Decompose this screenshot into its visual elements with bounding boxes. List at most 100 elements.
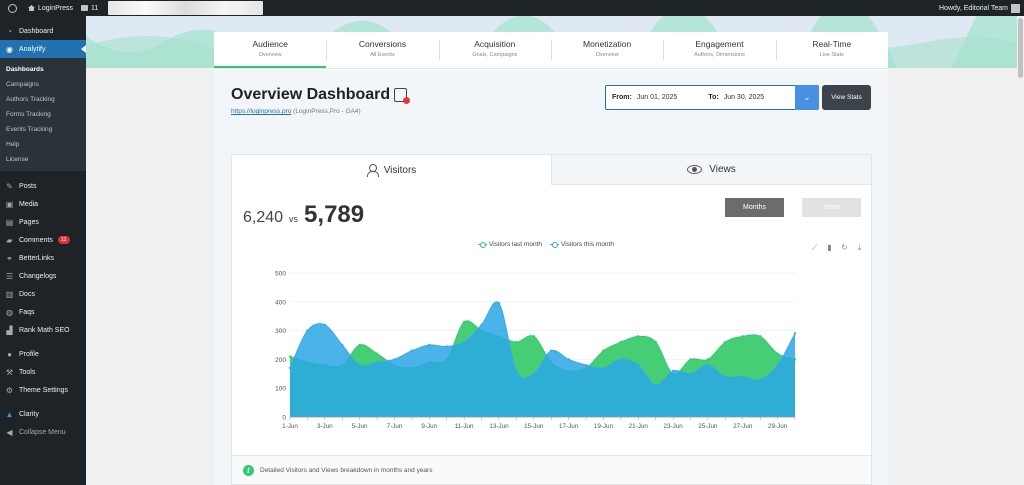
chevron-down-icon[interactable]: ⌄ bbox=[795, 85, 819, 110]
comments-icon: ▰ bbox=[6, 235, 13, 245]
sidebar-item-betterlinks[interactable]: ⚭ BetterLinks bbox=[0, 249, 86, 267]
sidebar-item-dashboard[interactable]: ◔ Dashboard bbox=[0, 22, 86, 40]
sidebar-item-label: Collapse Menu bbox=[19, 428, 66, 436]
sidebar-item-comments[interactable]: ▰ Comments 11 bbox=[0, 231, 86, 249]
submenu-authors-tracking[interactable]: Authors Tracking bbox=[0, 92, 86, 107]
x-tick-label: 11-Jun bbox=[455, 423, 474, 430]
restore-icon[interactable]: ↻ bbox=[840, 243, 849, 252]
date-range-picker[interactable]: From: Jun 01, 2025 To: Jun 30, 2025 ⌄ bbox=[605, 85, 819, 110]
sidebar-item-label: Clarity bbox=[19, 410, 39, 418]
sidebar-item-media[interactable]: ▣ Media bbox=[0, 195, 86, 213]
info-text: Detailed Visitors and Views breakdown in… bbox=[260, 466, 433, 474]
page-scrollbar[interactable] bbox=[1017, 16, 1024, 485]
data-point bbox=[602, 349, 605, 352]
faq-icon: ◍ bbox=[6, 307, 13, 317]
x-tick-label: 25-Jun bbox=[698, 423, 718, 430]
data-point bbox=[550, 349, 553, 352]
data-point bbox=[724, 340, 727, 344]
data-point bbox=[602, 366, 605, 370]
dashboard-icon: ◔ bbox=[7, 26, 12, 36]
years-button[interactable]: Years bbox=[802, 198, 861, 217]
submenu-license[interactable]: License bbox=[0, 152, 86, 167]
data-point bbox=[323, 323, 327, 327]
collapse-menu-button[interactable]: ◀ Collapse Menu bbox=[0, 423, 86, 441]
tab-conversions[interactable]: Conversions All Events bbox=[326, 32, 438, 68]
tools-icon: ⚒ bbox=[5, 367, 14, 377]
sidebar-item-label: Profile bbox=[19, 350, 39, 358]
tab-real-time[interactable]: Real-Time Live Stats bbox=[775, 32, 888, 68]
submenu-events-tracking[interactable]: Events Tracking bbox=[0, 122, 86, 137]
legend-label: Visitors last month bbox=[489, 241, 542, 248]
legend-item-this-month[interactable]: Visitors this month bbox=[549, 241, 614, 248]
sidebar-item-faqs[interactable]: ◍ Faqs bbox=[0, 303, 86, 321]
account-menu[interactable]: Howdy, Editorial Team bbox=[939, 0, 1020, 16]
sidebar-item-label: Tools bbox=[19, 368, 36, 376]
data-point bbox=[584, 363, 588, 367]
line-chart-icon[interactable]: ⟋ bbox=[810, 243, 819, 252]
metric-tabs: Visitors Views bbox=[232, 155, 871, 185]
wordpress-logo-icon[interactable] bbox=[4, 0, 20, 16]
tab-subtitle: Live Stats bbox=[819, 52, 844, 58]
scrollbar-thumb[interactable] bbox=[1018, 18, 1023, 78]
sidebar-item-pages[interactable]: ▤ Pages bbox=[0, 213, 86, 231]
site-name: LoginPress bbox=[38, 4, 74, 12]
analytify-panel: Audience Overview Conversions All Events A… bbox=[214, 32, 888, 485]
view-stats-button[interactable]: View Stats bbox=[822, 85, 871, 110]
sidebar-item-theme-settings[interactable]: ⚙ Theme Settings bbox=[0, 381, 86, 399]
data-point bbox=[515, 369, 518, 373]
pdf-export-icon[interactable] bbox=[394, 88, 411, 104]
data-point bbox=[515, 340, 518, 344]
sidebar-item-label: Comments bbox=[19, 236, 53, 244]
from-date-input[interactable]: Jun 01, 2025 bbox=[637, 94, 677, 101]
tab-engagement[interactable]: Engagement Authors, Dimensions bbox=[663, 32, 775, 68]
tab-subtitle: All Events bbox=[370, 52, 395, 58]
comments-link[interactable]: 11 bbox=[81, 5, 98, 12]
x-tick-label: 17-Jun bbox=[559, 423, 579, 430]
sidebar-item-label: Media bbox=[19, 200, 39, 208]
download-icon[interactable]: ⤓ bbox=[855, 243, 864, 252]
data-point bbox=[793, 332, 797, 335]
legend-item-last-month[interactable]: Visitors last month bbox=[478, 241, 542, 248]
sidebar-item-label: Docs bbox=[19, 290, 35, 298]
site-suffix: (LoginPress.Pro - GA4) bbox=[291, 108, 361, 115]
submenu-campaigns[interactable]: Campaigns bbox=[0, 77, 86, 92]
site-name-link[interactable]: LoginPress bbox=[28, 5, 73, 12]
site-info: https://loginpress.pro (LoginPress.Pro -… bbox=[231, 108, 361, 115]
sidebar-item-changelogs[interactable]: ☰ Changelogs bbox=[0, 267, 86, 285]
sidebar-item-profile[interactable]: ● Profile bbox=[0, 345, 86, 363]
data-point bbox=[288, 355, 292, 358]
tab-label: Views bbox=[709, 164, 736, 175]
tab-audience[interactable]: Audience Overview bbox=[214, 32, 327, 68]
tab-title: Real-Time bbox=[812, 39, 852, 49]
months-button[interactable]: Months bbox=[725, 198, 784, 217]
from-label: From: bbox=[612, 94, 632, 101]
tab-title: Monetization bbox=[583, 39, 632, 49]
tab-monetization[interactable]: Monetization Overview bbox=[550, 32, 663, 68]
submenu-help[interactable]: Help bbox=[0, 137, 86, 152]
tab-acquisition[interactable]: Acquisition Goals, Campaigns bbox=[438, 32, 551, 68]
submenu-dashboards[interactable]: Dashboards bbox=[0, 62, 86, 77]
page-title-text: Overview Dashboard bbox=[231, 86, 391, 103]
data-point bbox=[637, 363, 640, 367]
clarity-icon: ▲ bbox=[5, 409, 14, 419]
admin-bar: LoginPress 11 Howdy, Editorial Team bbox=[0, 0, 1024, 16]
tab-visitors[interactable]: Visitors bbox=[232, 155, 551, 185]
sidebar-item-tools[interactable]: ⚒ Tools bbox=[0, 363, 86, 381]
sidebar-item-clarity[interactable]: ▲ Clarity bbox=[0, 405, 86, 423]
to-date-input[interactable]: Jun 30, 2025 bbox=[724, 94, 764, 101]
data-point bbox=[532, 335, 535, 338]
data-point bbox=[654, 340, 657, 344]
x-tick-label: 23-Jun bbox=[663, 423, 683, 430]
tab-views[interactable]: Views bbox=[551, 155, 871, 185]
sidebar-item-analytify[interactable]: ◉ Analytify bbox=[0, 40, 86, 58]
submenu-forms-tracking[interactable]: Forms Tracking bbox=[0, 107, 86, 122]
sidebar-item-rank-math[interactable]: ▟ Rank Math SEO bbox=[0, 321, 86, 339]
dashboard-body: Overview Dashboard https://loginpress.pr… bbox=[214, 70, 888, 485]
sidebar-item-docs[interactable]: ▥ Docs bbox=[0, 285, 86, 303]
tab-subtitle: Goals, Campaigns bbox=[472, 52, 518, 58]
site-link[interactable]: https://loginpress.pro bbox=[231, 108, 291, 115]
sidebar-item-posts[interactable]: ✎ Posts bbox=[0, 177, 86, 195]
data-point bbox=[776, 352, 779, 355]
bar-chart-icon[interactable]: ▮ bbox=[825, 243, 834, 252]
data-point bbox=[619, 340, 623, 344]
